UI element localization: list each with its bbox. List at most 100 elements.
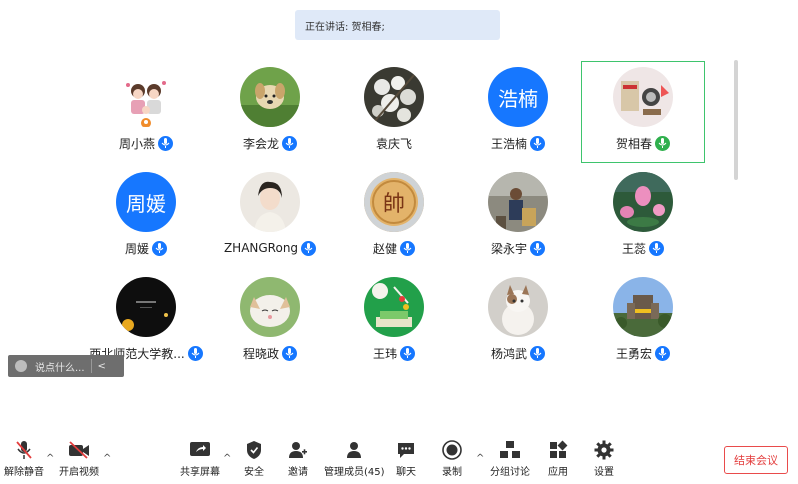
start-video-label: 开启视频 [59, 467, 99, 478]
avatar [240, 277, 300, 337]
share-screen-icon [190, 442, 210, 456]
chevron-up-icon[interactable]: ^ [223, 453, 231, 464]
participant-tile[interactable]: 周小燕 [84, 62, 208, 164]
microphone-icon[interactable] [530, 135, 545, 151]
gear-icon [594, 440, 614, 460]
apps-button[interactable]: 应用 [548, 440, 568, 480]
avatar [116, 277, 176, 337]
breakout-rooms-icon [500, 441, 520, 458]
avatar-initials: 帥 [382, 192, 405, 217]
microphone-icon[interactable] [400, 345, 415, 361]
microphone-speaking-icon[interactable] [655, 135, 670, 151]
participant-tile[interactable]: 周媛 周媛 [84, 167, 208, 269]
settings-label: 设置 [594, 467, 614, 478]
invite-label: 邀请 [288, 467, 308, 478]
avatar [613, 277, 673, 337]
avatar [116, 67, 176, 127]
share-screen-button[interactable]: 共享屏幕 [180, 440, 220, 480]
participant-tile[interactable]: 李会龙 [208, 62, 332, 164]
end-meeting-button[interactable]: 结束会议 [724, 446, 788, 474]
participant-tile[interactable]: 浩楠 王浩楠 [456, 62, 580, 164]
emoji-icon[interactable] [15, 360, 27, 372]
avatar [613, 172, 673, 232]
microphone-icon[interactable] [301, 240, 317, 256]
avatar-initials: 周媛 [126, 191, 166, 216]
settings-button[interactable]: 设置 [594, 440, 614, 480]
microphone-icon[interactable] [152, 240, 167, 256]
manage-members-button[interactable]: 管理成员(45) [324, 440, 385, 480]
avatar [364, 277, 424, 337]
end-meeting-label: 结束会议 [734, 454, 778, 467]
unmute-button[interactable]: 解除静音 [4, 440, 44, 480]
avatar: 帥 [364, 172, 424, 232]
participant-name: 李会龙 [242, 136, 279, 151]
record-icon [442, 440, 462, 460]
microphone-icon[interactable] [649, 240, 664, 256]
participant-tile[interactable]: 帥 赵健 [332, 167, 456, 269]
participant-name: 王蕊 [621, 241, 646, 256]
security-button[interactable]: 安全 [244, 440, 264, 480]
avatar [613, 67, 673, 127]
avatar [364, 67, 424, 127]
participant-name: 赵健 [372, 241, 397, 256]
start-video-button[interactable]: 开启视频 [59, 440, 99, 480]
share-screen-label: 共享屏幕 [180, 467, 220, 478]
breakout-rooms-button[interactable]: 分组讨论 [490, 440, 530, 480]
participant-name: 王玮 [372, 346, 397, 361]
participant-tile[interactable]: 王蕊 [581, 167, 705, 269]
invite-button[interactable]: 邀请 [288, 440, 308, 480]
participant-tile[interactable]: 王玮 [332, 272, 456, 374]
microphone-icon[interactable] [530, 345, 545, 361]
participant-tile[interactable]: 梁永宇 [456, 167, 580, 269]
participant-tile[interactable]: 王勇宏 [581, 272, 705, 374]
microphone-icon[interactable] [400, 240, 415, 256]
avatar: 浩楠 [488, 67, 548, 127]
microphone-icon[interactable] [282, 345, 297, 361]
apps-label: 应用 [548, 467, 568, 478]
microphone-icon[interactable] [282, 135, 297, 151]
participant-name: ZHANGRong [223, 241, 299, 255]
record-button[interactable]: 录制 [442, 440, 462, 480]
participant-tile[interactable]: 程晓政 [208, 272, 332, 374]
participant-name: 袁庆飞 [375, 136, 412, 151]
collapse-chevron-icon[interactable]: < [98, 361, 106, 372]
add-user-icon [289, 442, 307, 458]
participant-tile[interactable]: 杨鸿武 [456, 272, 580, 374]
participant-tile[interactable]: ZHANGRong [208, 167, 332, 269]
shield-icon [247, 441, 261, 459]
breakout-rooms-label: 分组讨论 [490, 467, 530, 478]
participant-tile[interactable]: 袁庆飞 [332, 62, 456, 164]
unmute-label: 解除静音 [4, 467, 44, 478]
divider [90, 359, 92, 373]
avatar [488, 277, 548, 337]
microphone-icon[interactable] [187, 345, 203, 361]
chevron-up-icon[interactable]: ^ [476, 453, 484, 464]
participant-name: 王勇宏 [615, 346, 652, 361]
participant-tile-speaking[interactable]: 贺相春 [581, 61, 705, 163]
avatar: 周媛 [116, 172, 176, 232]
chat-placeholder: 说点什么... [35, 362, 85, 374]
chat-bubble-icon [398, 443, 414, 458]
chat-button[interactable]: 聊天 [396, 440, 416, 480]
apps-icon [550, 440, 568, 458]
microphone-icon[interactable] [158, 135, 173, 151]
participant-name: 杨鸿武 [490, 346, 527, 361]
avatar-initials: 浩楠 [498, 86, 538, 111]
camera-off-icon [69, 441, 89, 459]
participant-name: 梁永宇 [490, 241, 527, 256]
security-label: 安全 [244, 467, 264, 478]
microphone-icon[interactable] [530, 240, 545, 256]
chat-input[interactable]: 说点什么... < [8, 355, 124, 377]
microphone-muted-icon [16, 441, 32, 459]
record-label: 录制 [442, 467, 462, 478]
bottom-toolbar: 解除静音 ^ 开启视频 ^ 共享屏幕 ^ 安全 邀请 管理成员(45) 聊天 录… [0, 436, 798, 484]
chevron-up-icon[interactable]: ^ [46, 453, 54, 464]
chevron-up-icon[interactable]: ^ [103, 453, 111, 464]
scrollbar[interactable] [734, 60, 738, 180]
members-icon [347, 442, 362, 458]
avatar [240, 67, 300, 127]
microphone-icon[interactable] [655, 345, 670, 361]
participant-name: 贺相春 [615, 136, 652, 151]
chat-label: 聊天 [396, 467, 416, 478]
manage-members-label: 管理成员(45) [324, 467, 385, 478]
